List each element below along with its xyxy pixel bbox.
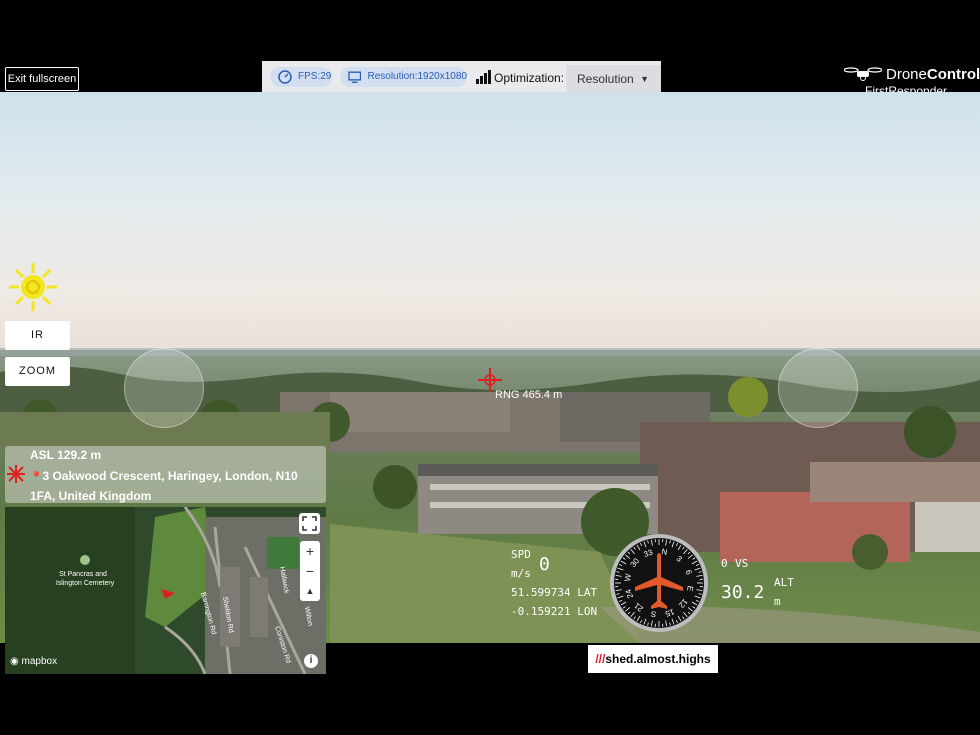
spd-value: 0 [539,554,550,575]
signal-bars-icon [476,70,491,84]
spd-unit: m/s [511,567,531,580]
alt-unit: m [774,595,781,608]
mapbox-logo-icon: ◉ [10,656,19,667]
latitude-readout: 51.599734 LAT [511,586,598,599]
brand-name: DroneControl [886,66,980,83]
drone-icon [844,67,882,81]
dronecontrol-logo: DroneControl FirstResponder [844,64,980,92]
optimization-select[interactable]: Resolution ▼ [566,65,661,93]
heading-compass: N36E1215S2124W3033 [610,534,708,632]
drone-marker-icon [7,465,25,483]
minimap[interactable]: St Pancras and Islington Cemetery Barrin… [5,507,326,674]
map-info-icon[interactable]: i [304,654,318,668]
map-pin-icon: 📍 [30,472,43,483]
asl-readout: ASL 129.2 m [30,448,102,462]
zoom-button[interactable]: ZOOM [5,357,70,386]
exit-fullscreen-button[interactable]: Exit fullscreen [5,67,79,91]
fps-label: FPS:29 [298,71,332,82]
optimization-value: Resolution [577,72,634,86]
vs-label: VS [735,557,749,570]
fps-badge: FPS:29 [270,67,332,87]
minimap-satellite: St Pancras and Islington Cemetery Barrin… [5,507,326,674]
resolution-label: Resolution:1920x1080 [367,71,467,82]
map-zoom-out-button[interactable]: − [300,561,320,581]
range-readout: RNG 465.4 m [495,389,563,401]
vs-value: 0 [721,557,728,570]
alt-value: 30.2 [721,582,765,603]
gauge-icon [278,70,292,84]
ir-button[interactable]: IR [5,321,70,350]
map-zoom-in-button[interactable]: + [300,541,320,561]
resolution-badge: Resolution:1920x1080 [340,67,467,87]
right-joystick[interactable] [778,348,858,428]
alt-label: ALT [774,576,794,589]
cemetery-label-2: Islington Cemetery [56,580,115,587]
mapbox-attribution[interactable]: ◉ mapbox [10,656,57,667]
brand-subtitle: FirstResponder [865,84,948,92]
what3words-badge[interactable]: ///shed.almost.highs [588,645,718,673]
map-zoom-controls: + − ▲ [300,541,320,601]
stream-toolbar: FPS:29 Resolution:1920x1080 Optimization… [262,61,661,93]
map-fullscreen-button[interactable] [299,513,320,534]
cemetery-label: St Pancras and [59,571,107,578]
left-joystick[interactable] [124,348,204,428]
brightness-sun-icon[interactable] [8,262,58,312]
map-compass-button[interactable]: ▲ [300,581,320,601]
address-readout: 📍3 Oakwood Crescent, Haringey, London, N… [30,469,298,503]
monitor-icon [348,71,362,83]
w3w-words: shed.almost.highs [605,652,711,666]
chevron-down-icon: ▼ [640,74,649,84]
optimization-label: Optimization: [494,71,565,85]
expand-icon [302,516,317,531]
longitude-readout: -0.159221 LON [511,605,598,618]
spd-label: SPD [511,548,531,561]
w3w-slashes: /// [595,652,606,666]
